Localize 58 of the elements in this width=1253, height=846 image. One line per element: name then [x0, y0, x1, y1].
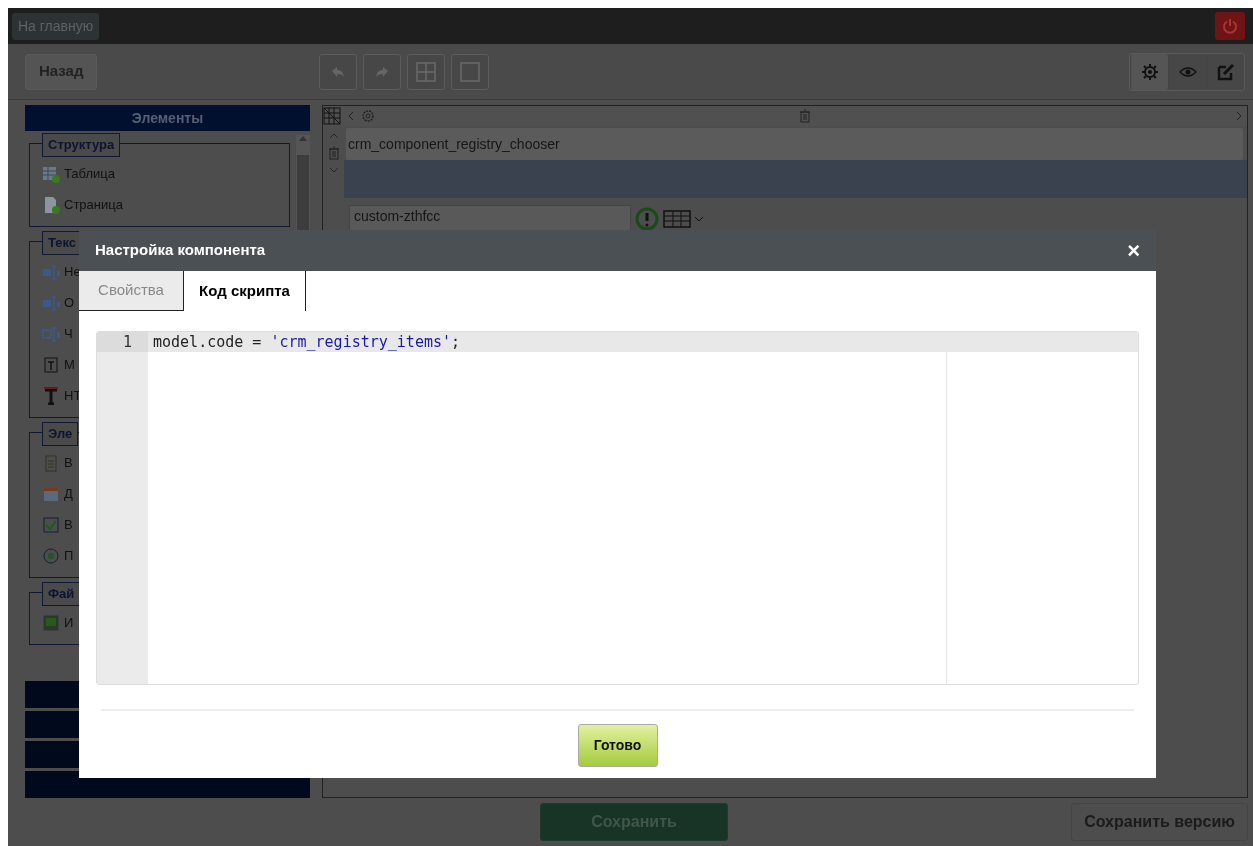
- power-icon: [1222, 18, 1238, 34]
- list-icon: [42, 453, 60, 472]
- alert-icon[interactable]: [635, 207, 659, 231]
- undo-icon: [332, 66, 345, 77]
- redo-icon: [376, 66, 389, 77]
- square-icon: [460, 61, 481, 82]
- text-document-icon: [42, 355, 60, 374]
- toolbar-button[interactable]: [1130, 53, 1168, 90]
- chevron-down-icon[interactable]: [328, 166, 339, 174]
- edit-icon: [1215, 61, 1236, 82]
- element-item[interactable]: Д: [64, 483, 73, 504]
- group-legend: Фай: [42, 582, 81, 606]
- page-icon: [42, 195, 60, 214]
- dialog-title: Настройка компонента: [95, 240, 266, 261]
- toolbar-button[interactable]: [407, 53, 446, 90]
- element-item[interactable]: В: [64, 514, 73, 535]
- element-item[interactable]: И: [64, 612, 74, 633]
- number-field-icon: [42, 324, 60, 343]
- element-item[interactable]: П: [64, 545, 74, 566]
- settings-icon[interactable]: [361, 109, 375, 123]
- trash-icon[interactable]: [327, 146, 340, 160]
- scroll-up-icon: [299, 135, 307, 141]
- chevron-up-icon[interactable]: [328, 132, 339, 140]
- settings-icon: [1139, 61, 1160, 82]
- chevron-right-icon[interactable]: [1235, 111, 1243, 121]
- image-icon: [42, 613, 60, 632]
- component-name-bar[interactable]: crm_component_registry_chooser: [346, 128, 1243, 160]
- checkbox-icon: [42, 515, 60, 534]
- grid-icon: [416, 61, 437, 82]
- group-legend: Эле: [42, 422, 79, 446]
- element-item[interactable]: В: [64, 452, 73, 473]
- element-item[interactable]: О: [64, 292, 75, 313]
- toolbar-button[interactable]: [451, 53, 490, 90]
- power-button[interactable]: [1215, 12, 1245, 40]
- radio-icon: [42, 546, 60, 565]
- element-item[interactable]: Страница: [64, 194, 123, 215]
- toolbar-button[interactable]: [363, 53, 402, 90]
- group-legend: Структура: [42, 133, 121, 157]
- html-text-icon: [42, 386, 60, 405]
- element-item[interactable]: Ч: [64, 323, 73, 344]
- done-button[interactable]: Готово: [577, 724, 658, 767]
- code-editor[interactable]: 1 model.code = 'crm_registry_items';: [96, 331, 1139, 685]
- element-item[interactable]: М: [64, 354, 75, 375]
- trash-icon[interactable]: [799, 109, 811, 123]
- toolbar-button[interactable]: [1168, 53, 1206, 90]
- toolbar-button[interactable]: [1206, 53, 1244, 90]
- table-icon: [42, 164, 60, 183]
- toolbar-button[interactable]: [319, 53, 358, 90]
- text-field-icon: [42, 293, 60, 312]
- close-button[interactable]: ×: [1127, 239, 1140, 262]
- grid-off-icon[interactable]: [323, 107, 341, 125]
- element-item[interactable]: Таблица: [64, 163, 115, 184]
- panel-header: Элементы: [25, 105, 310, 131]
- text-field-icon: [42, 262, 60, 281]
- class-input-field[interactable]: custom-zthfcc: [349, 205, 631, 233]
- line-number: 1: [97, 332, 148, 352]
- tab[interactable]: Свойства: [79, 271, 184, 311]
- chevron-left-icon[interactable]: [347, 111, 355, 121]
